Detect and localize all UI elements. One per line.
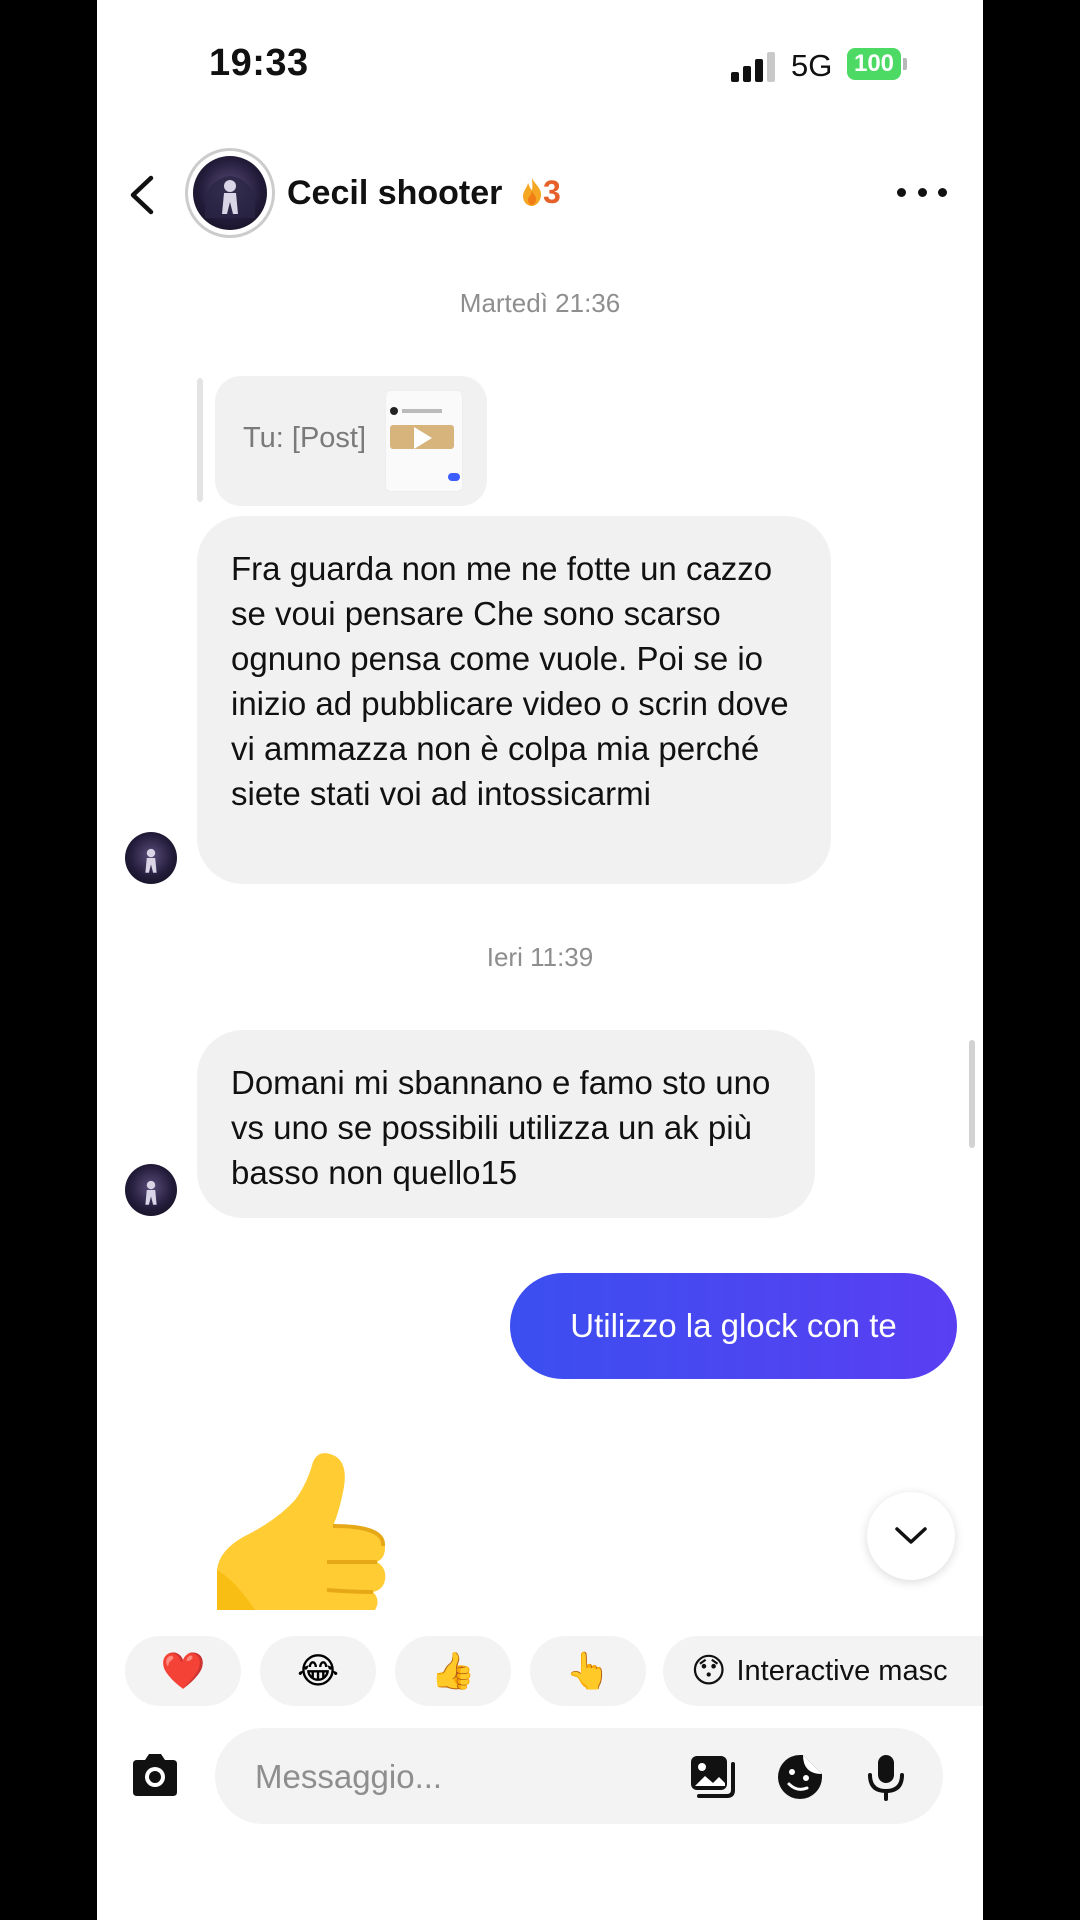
message-text: Domani mi sbannano e famo sto uno vs uno… bbox=[231, 1064, 771, 1191]
timestamp: Martedì 21:36 bbox=[459, 288, 621, 318]
contact-avatar[interactable] bbox=[185, 148, 275, 238]
microphone-icon[interactable] bbox=[861, 1752, 911, 1802]
sticker-icon[interactable] bbox=[775, 1752, 825, 1802]
interactive-mask-chip[interactable]: 😯 Interactive masc bbox=[663, 1636, 983, 1706]
flame-icon bbox=[523, 178, 542, 206]
post-thumbnail[interactable] bbox=[385, 390, 463, 492]
battery-icon: 100 bbox=[847, 48, 901, 80]
avatar-figure-icon bbox=[145, 1180, 157, 1205]
scrollbar-thumb[interactable] bbox=[969, 1040, 975, 1148]
reply-indicator bbox=[197, 378, 203, 502]
thumbs-up-sticker-icon[interactable] bbox=[215, 1450, 427, 1610]
more-options-icon[interactable] bbox=[897, 188, 947, 204]
message-input-container bbox=[215, 1728, 943, 1826]
battery-tip bbox=[903, 58, 907, 70]
message-input[interactable] bbox=[253, 1728, 657, 1826]
chevron-down-icon bbox=[895, 1527, 927, 1544]
incoming-message[interactable]: Domani mi sbannano e famo sto uno vs uno… bbox=[197, 1030, 815, 1218]
streak-badge: 3 bbox=[521, 174, 561, 211]
back-arrow-icon[interactable] bbox=[119, 170, 169, 220]
streak-count: 3 bbox=[543, 174, 561, 210]
timestamp: Ieri 11:39 bbox=[486, 942, 594, 972]
quick-reaction-point[interactable]: 👆 bbox=[530, 1636, 646, 1706]
chat-screen: 19:33 5G 100 Cecil shooter 3 Martedì 21:… bbox=[97, 0, 983, 1920]
network-type: 5G bbox=[791, 48, 833, 83]
quick-reaction-laugh[interactable]: 😂 bbox=[260, 1636, 376, 1706]
outgoing-message[interactable]: Utilizzo la glock con te bbox=[510, 1273, 957, 1379]
chat-header: Cecil shooter 3 bbox=[97, 140, 983, 250]
avatar-figure-icon bbox=[145, 848, 157, 873]
sender-avatar[interactable] bbox=[125, 832, 177, 884]
status-time: 19:33 bbox=[209, 42, 309, 84]
incoming-message[interactable]: Fra guarda non me ne fotte un cazzo se v… bbox=[197, 516, 831, 884]
camera-icon[interactable] bbox=[127, 1748, 183, 1804]
quick-reaction-thumbs-up[interactable]: 👍 bbox=[395, 1636, 511, 1706]
mask-emoji-icon: 😯 bbox=[691, 1652, 727, 1690]
sender-avatar[interactable] bbox=[125, 1164, 177, 1216]
play-icon bbox=[414, 427, 432, 449]
quick-reaction-heart[interactable]: ❤️ bbox=[125, 1636, 241, 1706]
interactive-mask-label: Interactive masc bbox=[736, 1654, 948, 1687]
avatar-figure-icon bbox=[205, 176, 255, 218]
status-bar: 19:33 5G 100 bbox=[97, 0, 983, 130]
scroll-to-bottom-button[interactable] bbox=[867, 1492, 955, 1580]
message-text: Fra guarda non me ne fotte un cazzo se v… bbox=[231, 550, 789, 812]
contact-name[interactable]: Cecil shooter bbox=[287, 174, 502, 213]
message-composer bbox=[97, 1722, 983, 1830]
replied-post-preview[interactable]: Tu: [Post] bbox=[215, 376, 487, 506]
signal-icon bbox=[731, 52, 777, 82]
reply-label: Tu: [Post] bbox=[243, 422, 367, 454]
gallery-icon[interactable] bbox=[687, 1752, 737, 1802]
